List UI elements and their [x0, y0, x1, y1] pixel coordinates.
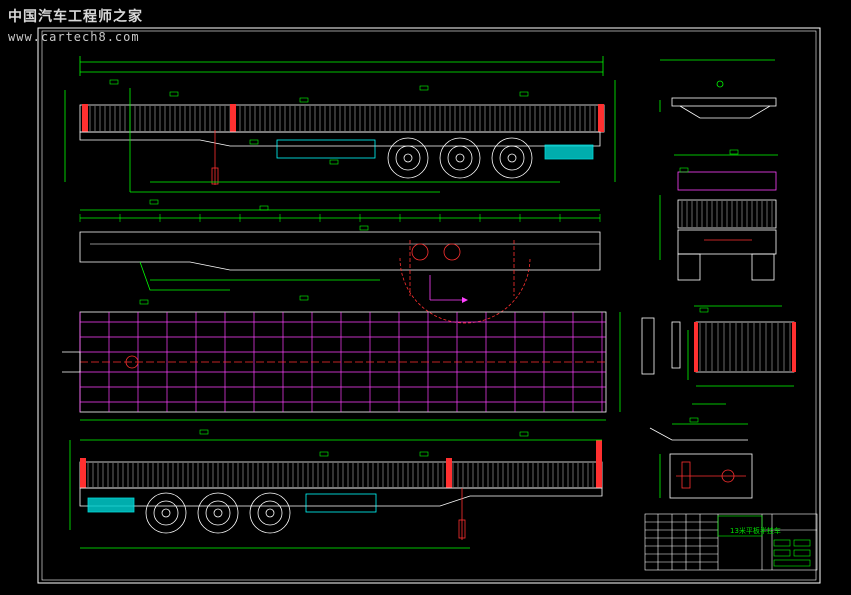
wheel-set-top	[387, 137, 533, 179]
kingpin-detail	[649, 403, 753, 499]
dimension-label	[259, 205, 269, 211]
dimension-label	[299, 97, 309, 103]
dimension-label	[359, 225, 369, 231]
front-end-view	[659, 59, 777, 119]
chassis-view	[79, 209, 601, 324]
dimension-label	[419, 85, 429, 91]
dimension-label	[319, 451, 329, 457]
side-view-bottom	[69, 439, 603, 549]
dimension-label	[109, 79, 119, 85]
dimension-label	[149, 199, 159, 205]
dimension-label	[249, 139, 259, 145]
dimension-label	[729, 149, 739, 155]
headboard-view	[641, 305, 796, 387]
dimension-label	[519, 431, 529, 437]
cad-drawing-viewport: 中国汽车工程师之家 www.cartech8.com 13米平板半挂车	[0, 0, 851, 595]
title-block	[644, 513, 818, 571]
dimension-label	[519, 91, 529, 97]
side-view-top	[64, 56, 616, 193]
title-block-title: 13米平板半挂车	[730, 527, 781, 535]
dimension-label	[329, 159, 339, 165]
dimension-label	[299, 295, 309, 301]
dimension-label	[139, 299, 149, 305]
dimension-label	[679, 167, 689, 173]
drawing-frame-outer	[37, 27, 821, 584]
cad-canvas	[37, 27, 821, 584]
dimension-label	[689, 417, 699, 423]
dimension-label	[419, 451, 429, 457]
wheel-set-bottom	[145, 492, 291, 534]
dimension-label	[199, 429, 209, 435]
plan-view	[62, 311, 621, 421]
rear-end-view	[659, 154, 778, 281]
dimension-label	[169, 91, 179, 97]
dimension-label	[699, 307, 709, 313]
